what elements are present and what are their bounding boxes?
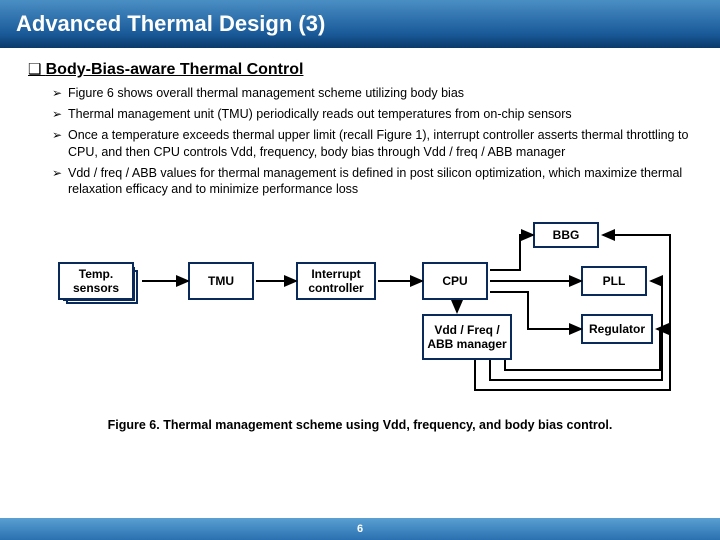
bullet-item: Once a temperature exceeds thermal upper… [52,127,692,161]
box-regulator: Regulator [581,314,653,344]
bullet-item: Figure 6 shows overall thermal managemen… [52,85,692,102]
bullet-list: Figure 6 shows overall thermal managemen… [28,85,692,198]
figure-diagram: Temp. sensors TMU Interrupt controller C… [28,222,692,412]
page-number: 6 [0,518,720,540]
section-heading: Body-Bias-aware Thermal Control [28,60,692,79]
box-tmu: TMU [188,262,254,300]
slide-body: Body-Bias-aware Thermal Control Figure 6… [0,48,720,432]
figure-caption: Figure 6. Thermal management scheme usin… [28,418,692,432]
box-cpu: CPU [422,262,488,300]
slide-title: Advanced Thermal Design (3) [16,11,325,37]
box-bbg: BBG [533,222,599,248]
bullet-item: Thermal management unit (TMU) periodical… [52,106,692,123]
box-vdd-freq-abb-manager: Vdd / Freq / ABB manager [422,314,512,360]
box-temp-sensors: Temp. sensors [58,262,134,300]
bullet-item: Vdd / freq / ABB values for thermal mana… [52,165,692,199]
box-interrupt-controller: Interrupt controller [296,262,376,300]
box-pll: PLL [581,266,647,296]
slide-header: Advanced Thermal Design (3) [0,0,720,48]
